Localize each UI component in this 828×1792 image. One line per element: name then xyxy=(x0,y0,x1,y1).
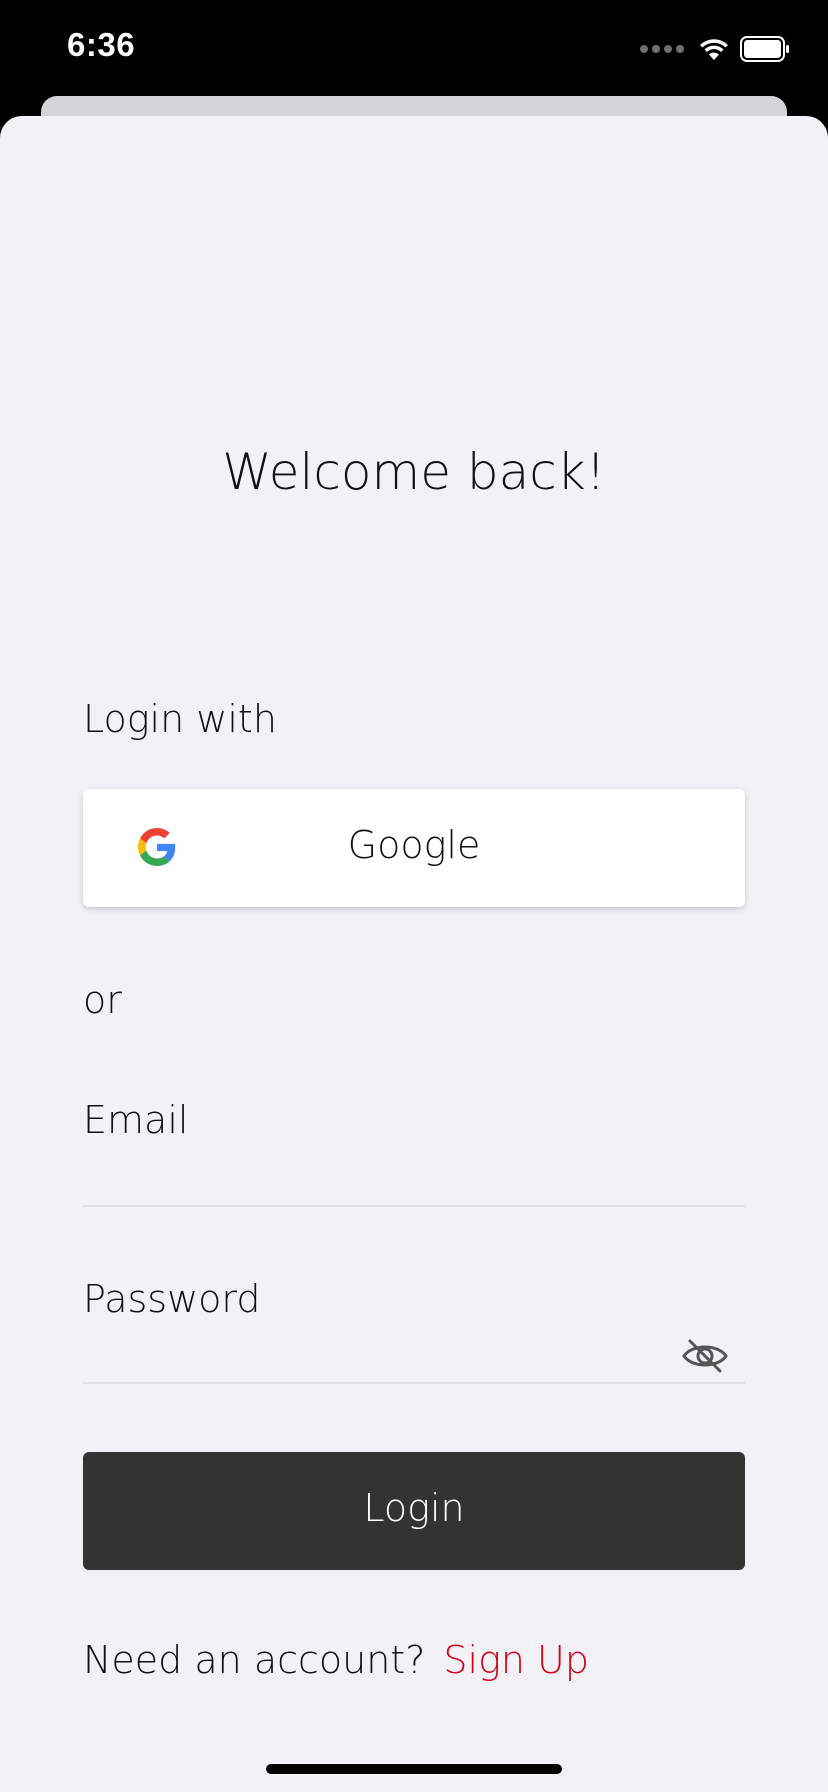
email-underline xyxy=(83,1205,745,1207)
email-label: Email xyxy=(83,1098,189,1142)
status-indicators xyxy=(640,34,790,64)
google-button-label: Google xyxy=(347,823,481,867)
password-input[interactable] xyxy=(83,1322,687,1374)
login-button-label: Login xyxy=(363,1486,465,1530)
page-title: Welcome back! xyxy=(222,443,606,501)
password-underline xyxy=(83,1382,745,1384)
login-button[interactable]: Login xyxy=(83,1452,745,1570)
status-bar: 6:36 xyxy=(0,0,828,100)
home-indicator xyxy=(266,1764,562,1774)
or-divider-label: or xyxy=(83,978,122,1022)
wifi-icon xyxy=(700,39,728,60)
cellular-signal-icon xyxy=(640,45,684,53)
login-with-label: Login with xyxy=(83,697,277,741)
password-label: Password xyxy=(83,1277,261,1321)
google-login-button[interactable]: Google xyxy=(83,789,745,907)
status-time: 6:36 xyxy=(67,26,136,63)
eye-slash-icon[interactable] xyxy=(680,1336,730,1376)
signup-link[interactable]: Sign Up xyxy=(443,1638,589,1682)
signup-prompt: Need an account? xyxy=(83,1638,426,1682)
signup-row: Need an account? Sign Up xyxy=(83,1638,589,1682)
battery-icon xyxy=(740,36,789,62)
email-input[interactable] xyxy=(83,1142,687,1194)
